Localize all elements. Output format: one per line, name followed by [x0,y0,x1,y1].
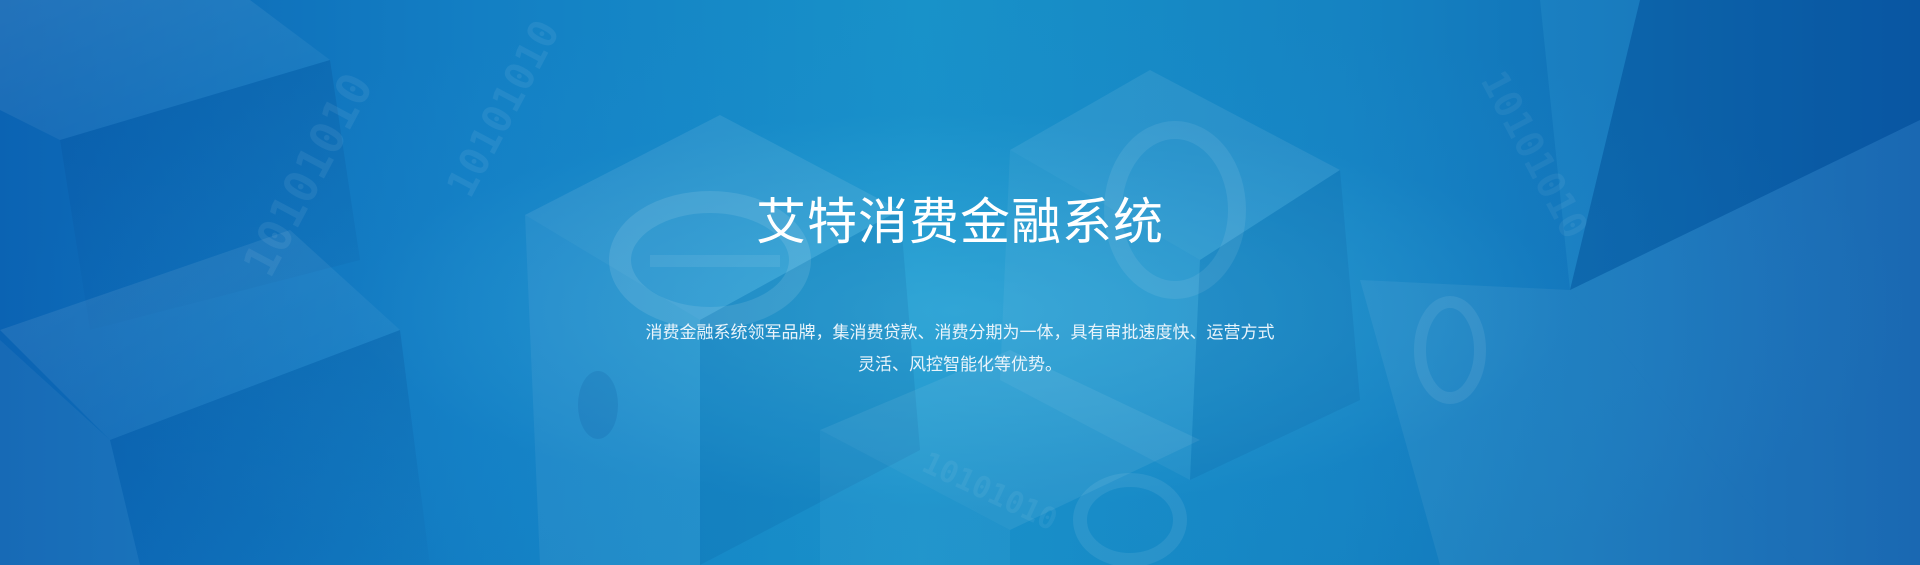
background-cubes-illustration: 10101010 10101010 10101010 10101010 [0,0,1920,565]
banner-title: 艾特消费金融系统 [756,193,1164,251]
banner-description-line-1: 消费金融系统领军品牌，集消费贷款、消费分期为一体，具有审批速度快、运营方式 [645,323,1275,343]
banner-description-line-2: 灵活、风控智能化等优势。 [858,355,1062,375]
cube-left-bottom [0,230,430,565]
binary-text-top: 10101010 [438,13,569,205]
hero-banner: 10101010 10101010 10101010 10101010 艾特消费… [0,0,1920,565]
banner-description: 消费金融系统领军品牌，集消费贷款、消费分期为一体，具有审批速度快、运营方式 灵活… [610,317,1310,381]
